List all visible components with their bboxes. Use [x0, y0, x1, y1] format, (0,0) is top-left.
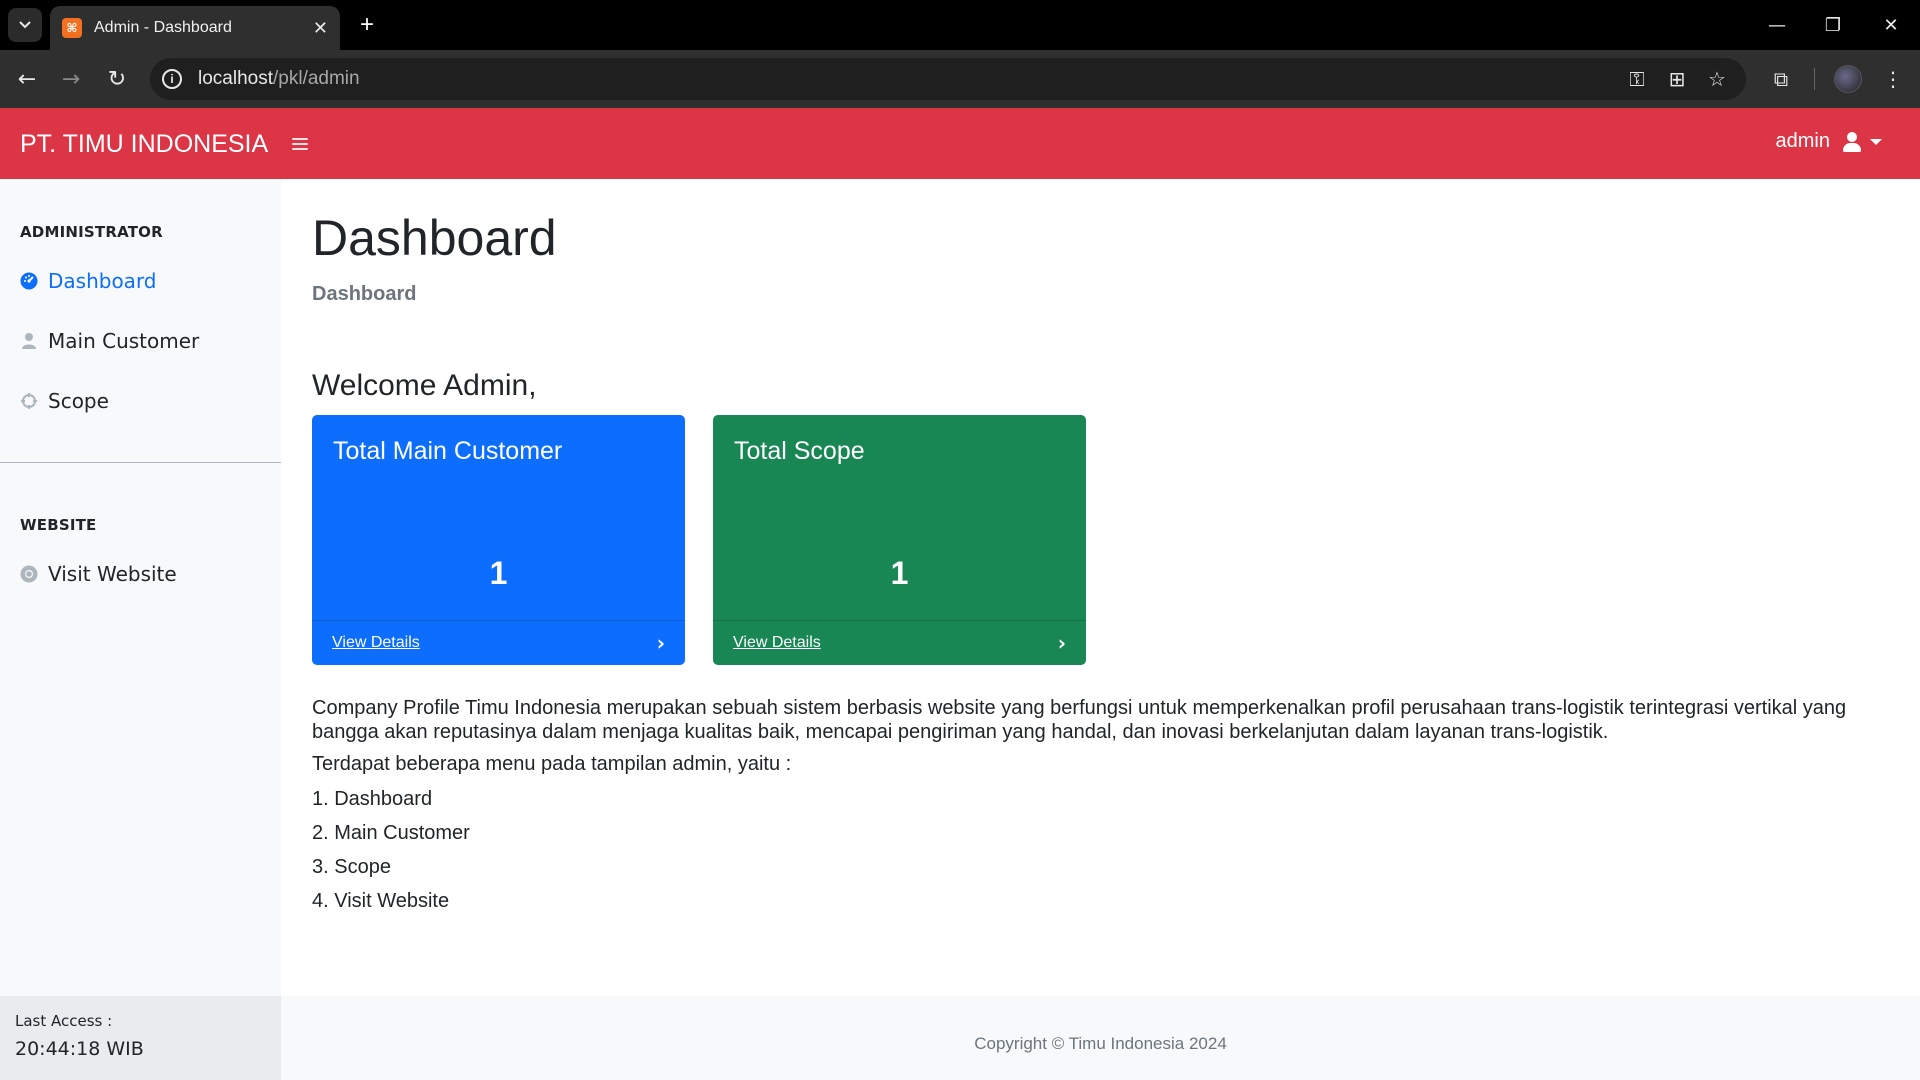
- xampp-favicon-icon: ⌘: [62, 18, 82, 38]
- list-item: 4. Visit Website: [312, 890, 450, 912]
- card-title: Total Scope: [734, 437, 865, 465]
- tab-title: Admin - Dashboard: [94, 19, 232, 36]
- card-total-main-customer: Total Main Customer 1 View Details ›: [312, 415, 685, 665]
- company-description: Company Profile Timu Indonesia merupakan…: [312, 697, 1847, 743]
- list-item: 2. Main Customer: [312, 822, 470, 844]
- close-window-icon[interactable]: ✕: [1876, 10, 1906, 40]
- gauge-icon: [20, 272, 38, 290]
- key-icon[interactable]: ⚿: [1624, 66, 1650, 92]
- sidebar-footer: Last Access : 20:44:18 WIB: [0, 996, 281, 1080]
- view-details-link[interactable]: View Details: [332, 634, 420, 652]
- menu-dots-icon[interactable]: ⋮: [1878, 64, 1908, 94]
- translate-icon[interactable]: ⊞: [1664, 66, 1690, 92]
- card-value: 1: [489, 555, 508, 591]
- breadcrumb: Dashboard: [312, 283, 417, 305]
- app-root: PT. TIMU INDONESIA admin ADMINISTRATOR D…: [0, 108, 1920, 1080]
- user-name: admin: [1775, 130, 1830, 152]
- sidebar-divider: [0, 462, 281, 463]
- view-details-link[interactable]: View Details: [733, 634, 821, 652]
- card-footer: View Details ›: [312, 620, 685, 665]
- url-text[interactable]: localhost/pkl/admin: [198, 68, 360, 90]
- menu-list: 1. Dashboard 2. Main Customer 3. Scope 4…: [312, 787, 470, 923]
- restore-icon[interactable]: ❐: [1818, 10, 1848, 40]
- extensions-icon[interactable]: ⧉: [1766, 64, 1796, 94]
- sidebar-item-dashboard[interactable]: Dashboard: [20, 269, 157, 293]
- minimize-icon[interactable]: —: [1762, 10, 1792, 40]
- main-content: Dashboard Dashboard Welcome Admin, Total…: [281, 179, 1920, 996]
- forward-icon[interactable]: →: [56, 64, 86, 94]
- info-icon[interactable]: i: [162, 69, 182, 89]
- close-icon[interactable]: ✕: [313, 18, 328, 39]
- browser-tab-bar: ⌘ Admin - Dashboard ✕ + — ❐ ✕: [0, 0, 1920, 50]
- sidebar-item-visit-website[interactable]: Visit Website: [20, 562, 177, 586]
- browser-toolbar: ← → ↻ i localhost/pkl/admin ⚿ ⊞ ☆ ⧉ ⋮: [0, 50, 1920, 108]
- chevron-right-icon[interactable]: ›: [1058, 631, 1066, 655]
- sidebar-item-main-customer[interactable]: Main Customer: [20, 329, 199, 353]
- crosshair-icon: [20, 392, 38, 410]
- chevron-right-icon[interactable]: ›: [657, 631, 665, 655]
- card-total-scope: Total Scope 1 View Details ›: [713, 415, 1086, 665]
- reload-icon[interactable]: ↻: [102, 64, 132, 94]
- browser-tab[interactable]: ⌘ Admin - Dashboard ✕: [50, 6, 340, 50]
- star-icon[interactable]: ☆: [1704, 66, 1730, 92]
- list-item: 1. Dashboard: [312, 788, 433, 810]
- welcome-heading: Welcome Admin,: [312, 369, 537, 402]
- plus-icon[interactable]: +: [352, 10, 382, 40]
- chrome-icon: [20, 565, 38, 583]
- user-icon: [20, 332, 38, 350]
- sidebar-item-label: Dashboard: [48, 269, 157, 293]
- card-footer: View Details ›: [713, 620, 1086, 665]
- top-navbar: PT. TIMU INDONESIA admin: [0, 108, 1920, 179]
- copyright-text: Copyright © Timu Indonesia 2024: [974, 1034, 1227, 1053]
- tab-list-icon[interactable]: [8, 8, 42, 42]
- list-item: 3. Scope: [312, 856, 391, 878]
- menu-intro: Terdapat beberapa menu pada tampilan adm…: [312, 753, 792, 775]
- last-access-label: Last Access :: [15, 1012, 113, 1030]
- last-access-time: 20:44:18 WIB: [15, 1038, 144, 1060]
- sidebar-item-label: Scope: [48, 389, 109, 413]
- user-menu[interactable]: admin: [1776, 130, 1882, 153]
- sidebar-heading-administrator: ADMINISTRATOR: [20, 223, 163, 241]
- card-value: 1: [890, 555, 909, 591]
- sidebar-toggle-icon[interactable]: [290, 134, 310, 154]
- toolbar-divider: [1814, 68, 1815, 90]
- sidebar: ADMINISTRATOR Dashboard Main Customer Sc…: [0, 179, 281, 1080]
- sidebar-heading-website: WEBSITE: [20, 516, 97, 534]
- page-title: Dashboard: [312, 210, 557, 266]
- address-bar[interactable]: i localhost/pkl/admin ⚿ ⊞ ☆: [150, 58, 1746, 100]
- brand[interactable]: PT. TIMU INDONESIA: [20, 130, 268, 159]
- caret-down-icon: [1870, 138, 1882, 145]
- back-icon[interactable]: ←: [12, 64, 42, 94]
- card-title: Total Main Customer: [333, 437, 563, 465]
- sidebar-item-scope[interactable]: Scope: [20, 389, 109, 413]
- page-footer: Copyright © Timu Indonesia 2024: [281, 996, 1920, 1080]
- sidebar-item-label: Visit Website: [48, 562, 177, 586]
- avatar[interactable]: [1834, 65, 1862, 93]
- sidebar-item-label: Main Customer: [48, 329, 200, 353]
- user-icon: [1842, 131, 1862, 153]
